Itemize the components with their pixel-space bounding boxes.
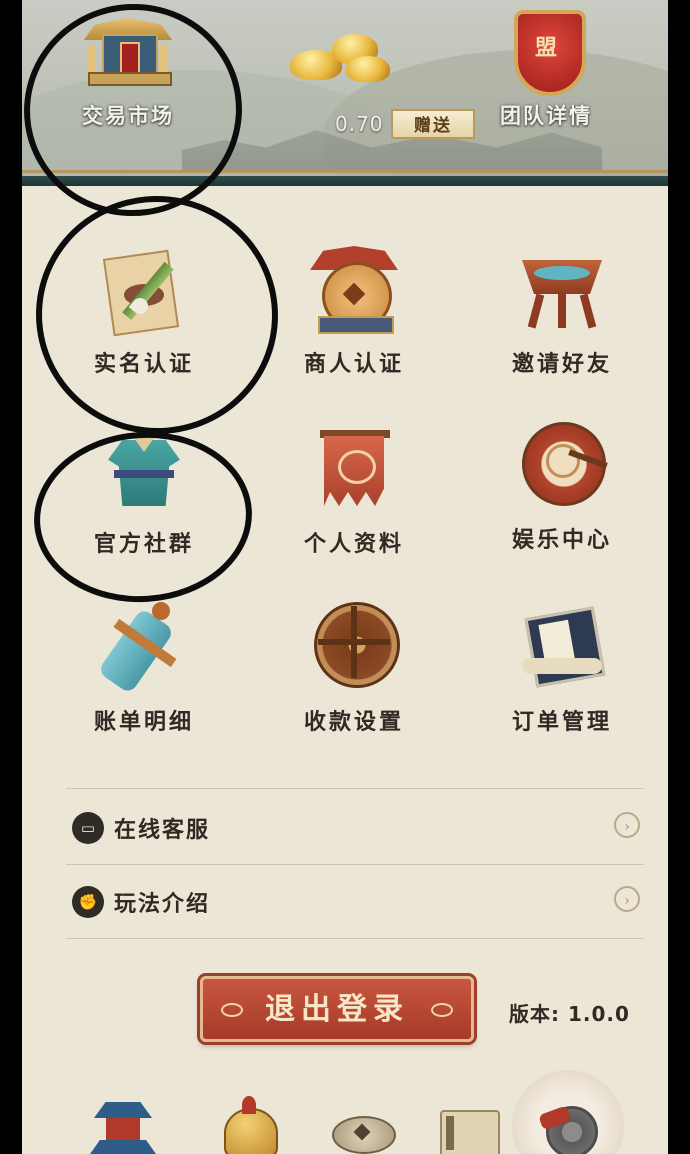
- gold-ingot: [284, 24, 394, 84]
- team-details-button[interactable]: 盟 团队详情: [496, 4, 596, 130]
- logout-button[interactable]: 退出登录: [200, 976, 474, 1042]
- arrow-right-icon: ›: [614, 886, 640, 912]
- grid-label: 邀请好友: [511, 351, 612, 377]
- grid-item-orders[interactable]: 订单管理: [462, 598, 662, 736]
- nav-helmet-icon[interactable]: [212, 1086, 286, 1154]
- grid-label: 个人资料: [303, 531, 404, 557]
- grid-label: 订单管理: [511, 709, 612, 735]
- nav-scroll-icon[interactable]: [430, 1086, 504, 1154]
- gift-button[interactable]: 赠送: [391, 109, 475, 139]
- logout-label: 退出登录: [265, 992, 409, 1027]
- ornament-icon: [221, 1003, 243, 1017]
- grid-item-payment-settings[interactable]: 收款设置: [254, 598, 454, 736]
- banner-icon: [304, 420, 404, 520]
- grid-item-bills[interactable]: 账单明细: [44, 598, 244, 736]
- bottom-nav: [22, 1070, 668, 1154]
- nav-pagoda-icon[interactable]: [86, 1086, 160, 1154]
- grid-label: 商人认证: [303, 351, 404, 377]
- merchant-coin-icon: [304, 240, 404, 340]
- list-item-label: 在线客服: [114, 817, 211, 843]
- list-item-customer-service[interactable]: ▭ 在线客服 ›: [66, 790, 644, 865]
- gold-balance: 0.70: [335, 112, 384, 136]
- grid-item-profile[interactable]: 个人资料: [254, 420, 454, 558]
- arrow-right-icon: ›: [614, 812, 640, 838]
- profile-panel: 交易市场 0.70 赠送 盟 团队详情 实名认证 商人认证 邀请好友 官方社群 …: [22, 0, 668, 1154]
- grid-label: 账单明细: [93, 709, 194, 735]
- nav-coin-icon[interactable]: [324, 1086, 398, 1154]
- wheel-icon: [304, 598, 404, 698]
- grid-item-invite[interactable]: 邀请好友: [462, 240, 662, 378]
- drum-icon: [512, 416, 612, 516]
- scroll-roll-icon: [94, 598, 194, 698]
- annotation-circle: [24, 184, 290, 446]
- list-divider: [66, 788, 644, 789]
- grid-item-merchant[interactable]: 商人认证: [254, 240, 454, 378]
- wine-cup-icon: [512, 240, 612, 340]
- alliance-shield-icon: 盟: [506, 4, 586, 96]
- list-item-label: 玩法介绍: [114, 891, 211, 917]
- chat-icon: ▭: [72, 812, 104, 844]
- grid-item-entertainment[interactable]: 娱乐中心: [462, 416, 662, 554]
- grid-label: 娱乐中心: [511, 527, 612, 553]
- nav-gear-cannon-icon[interactable]: [530, 1086, 604, 1154]
- gold-ingot-icon: [284, 24, 394, 84]
- version-label: 版本: 1.0.0: [509, 1002, 630, 1026]
- team-details-label: 团队详情: [500, 103, 592, 128]
- ornament-icon: [431, 1003, 453, 1017]
- book-icon: [512, 598, 612, 698]
- list-item-gameplay-guide[interactable]: ✊ 玩法介绍 ›: [66, 864, 644, 939]
- fist-icon: ✊: [72, 886, 104, 918]
- alliance-badge-char: 盟: [534, 35, 557, 61]
- grid-label: 收款设置: [303, 709, 404, 735]
